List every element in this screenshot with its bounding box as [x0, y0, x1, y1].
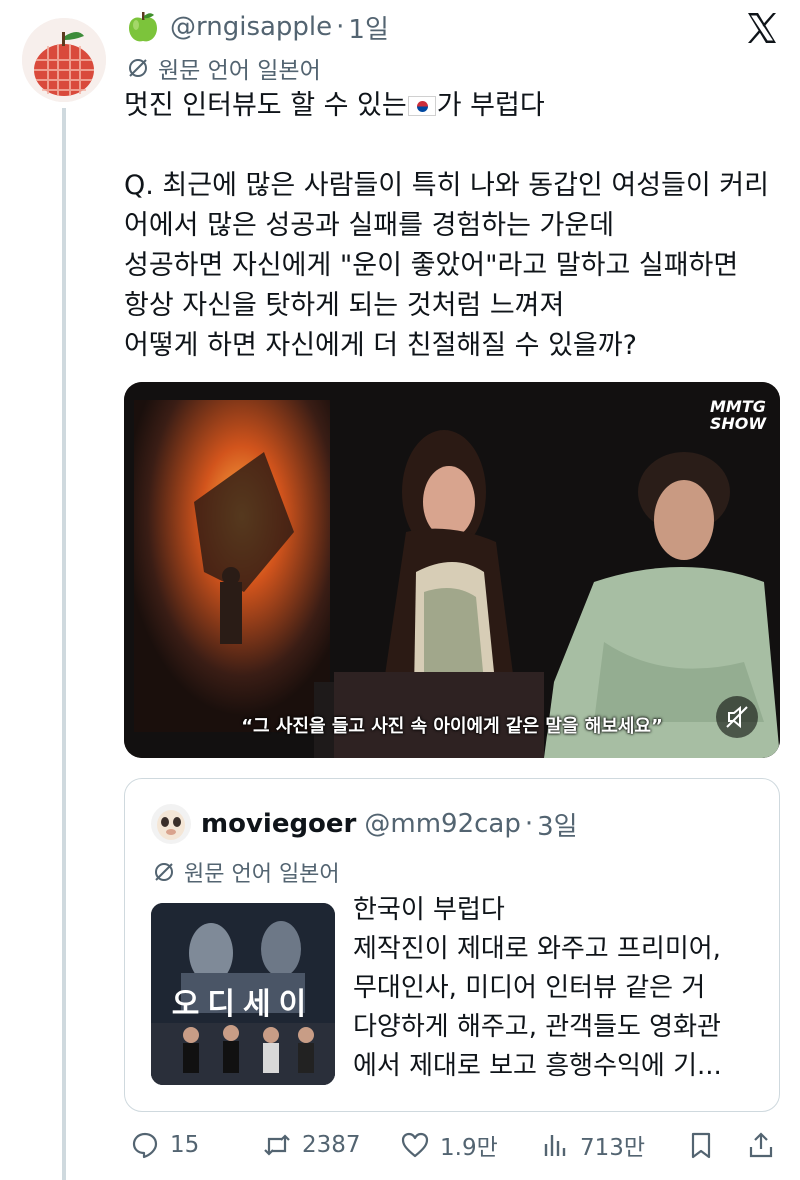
- quoted-tweet-header: moviegoer @mm92cap · 3일: [151, 803, 578, 845]
- avatar[interactable]: [22, 18, 106, 102]
- quoted-display-name[interactable]: moviegoer: [201, 809, 356, 839]
- video-player[interactable]: MMTG SHOW “그 사진을 들고 사진 속 아이에게 같은 말을 해보세요…: [124, 382, 780, 758]
- translate-off-icon: [129, 59, 147, 77]
- bookmark-icon: [691, 1132, 711, 1159]
- tweet-text-after-flag: 가 부럽다 Q. 최근에 많은 사람들이 특히 나와 동갑인 여성들이 커리어에…: [124, 90, 769, 361]
- repost-button[interactable]: 2387: [262, 1122, 361, 1168]
- reply-count: 15: [170, 1132, 200, 1158]
- views-button[interactable]: 713만: [540, 1122, 645, 1168]
- bookmark-button[interactable]: [686, 1122, 716, 1168]
- repost-count: 2387: [302, 1132, 361, 1158]
- quoted-handle[interactable]: @mm92cap: [364, 809, 520, 839]
- tweet-header: @rngisapple · 1일: [126, 6, 389, 48]
- heart-icon: [401, 1132, 429, 1158]
- author-handle[interactable]: @rngisapple: [170, 12, 332, 42]
- tweet-text: 멋진 인터뷰도 할 수 있는 가 부럽다 Q. 최근에 많은 사람들이 특히 나와…: [124, 86, 788, 366]
- tweet-text-before-flag: 멋진 인터뷰도 할 수 있는: [124, 90, 407, 121]
- reply-icon: [132, 1132, 158, 1159]
- quoted-separator-dot: ·: [524, 809, 534, 839]
- quoted-thumbnail[interactable]: 오디세이: [151, 903, 335, 1085]
- south-korea-flag-icon: [407, 96, 436, 116]
- reply-button[interactable]: 15: [130, 1122, 199, 1168]
- mute-button[interactable]: [716, 696, 758, 738]
- translation-notice[interactable]: 원문 언어 일본어: [126, 52, 321, 84]
- repost-icon: [264, 1134, 290, 1156]
- video-subtitle: “그 사진을 들고 사진 속 아이에게 같은 말을 해보세요”: [241, 716, 663, 737]
- video-frame: [124, 382, 780, 758]
- thread-line: [62, 108, 66, 1180]
- quoted-translation-notice[interactable]: 원문 언어 일본어: [152, 856, 340, 888]
- like-button[interactable]: 1.9만: [400, 1122, 498, 1168]
- quoted-tweet[interactable]: moviegoer @mm92cap · 3일 오디세이 한국이 부럽다 제작진…: [124, 778, 780, 1112]
- share-button[interactable]: [746, 1122, 776, 1168]
- quoted-translation-label: 원문 언어 일본어: [184, 862, 340, 887]
- like-count: 1.9만: [440, 1135, 498, 1161]
- mute-icon: [726, 705, 748, 729]
- quoted-time[interactable]: 3일: [537, 806, 577, 843]
- bar-chart-icon: [544, 1135, 566, 1156]
- quoted-text: 한국이 부럽다 제작진이 제대로 와주고 프리미어, 무대인사, 미디어 인터뷰…: [353, 895, 722, 1081]
- translation-label: 원문 언어 일본어: [158, 58, 321, 84]
- share-icon: [749, 1132, 773, 1158]
- quoted-avatar[interactable]: [151, 804, 191, 844]
- thumbnail-title: 오디세이: [171, 987, 315, 1022]
- translate-off-icon: [155, 863, 173, 881]
- x-logo-icon[interactable]: [742, 8, 782, 48]
- action-bar: 15 2387 1.9만 713만: [124, 1122, 788, 1168]
- green-apple-icon: [129, 12, 157, 42]
- post-time[interactable]: 1일: [348, 9, 388, 46]
- view-count: 713만: [580, 1135, 646, 1161]
- channel-logo: MMTG SHOW: [709, 397, 766, 433]
- separator-dot: ·: [336, 12, 345, 42]
